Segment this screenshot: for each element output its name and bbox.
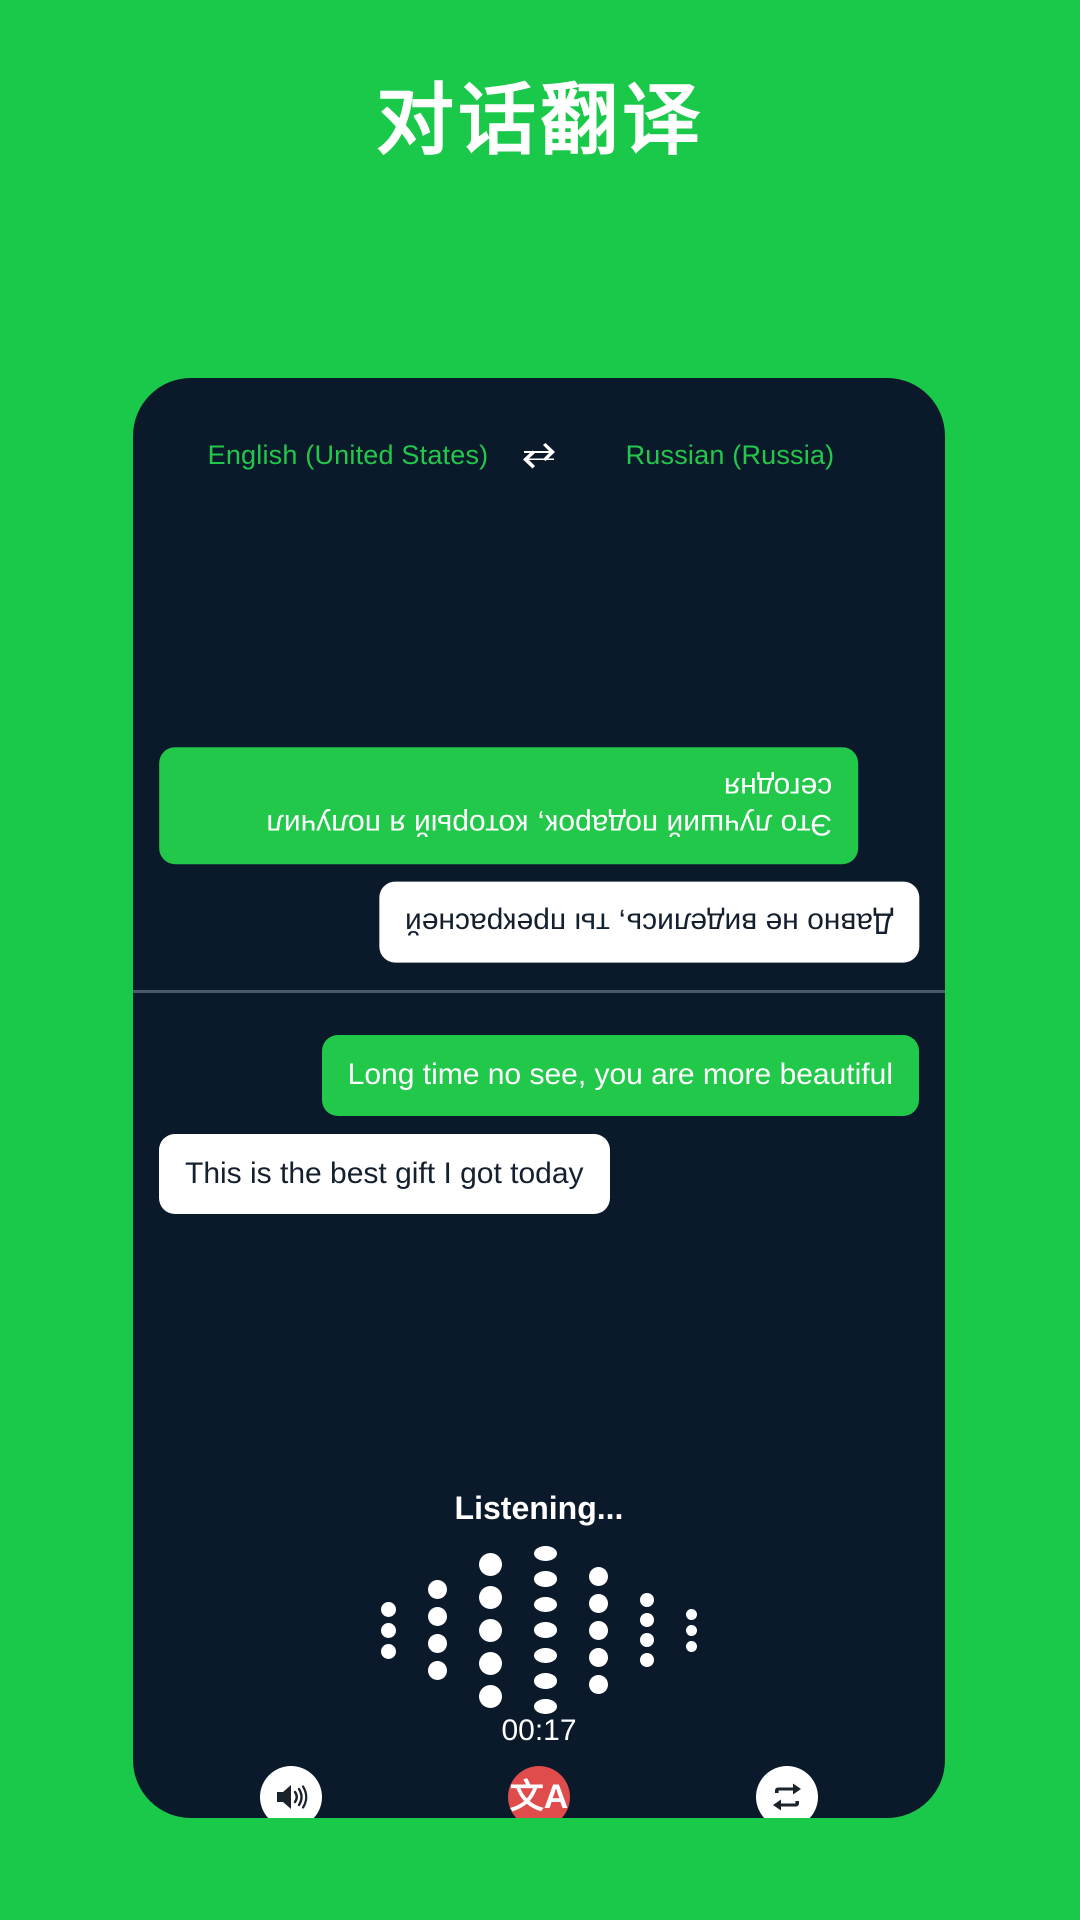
waveform-dot [534, 1698, 557, 1714]
message-row: Это лучший подарок, который я получил се… [159, 747, 919, 865]
chat-bubble-translated-1[interactable]: Это лучший подарок, который я получил се… [159, 747, 859, 865]
source-conversation-panel: Long time no see, you are more beautiful… [133, 994, 945, 1454]
phone-panel: English (United States) Russian (Russia)… [133, 378, 945, 1818]
waveform-dot [534, 1571, 557, 1587]
target-language-selector[interactable]: Russian (Russia) [565, 440, 895, 471]
message-row: Давно не виделись, ты прекрасней [159, 882, 919, 963]
waveform-dot [381, 1622, 396, 1638]
waveform-dot [589, 1674, 608, 1694]
audio-waveform-visualizer [133, 1546, 945, 1714]
waveform-dot [686, 1640, 697, 1652]
page-title: 对话翻译 [375, 76, 704, 164]
waveform-column [381, 1546, 396, 1714]
waveform-dot [640, 1633, 654, 1647]
waveform-dot [479, 1585, 502, 1609]
waveform-dot [534, 1673, 557, 1689]
waveform-dot [479, 1618, 502, 1642]
waveform-dot [534, 1596, 557, 1613]
waveform-column [589, 1546, 608, 1714]
swap-horizontal-icon[interactable] [513, 442, 565, 469]
chat-bubble-source-1[interactable]: Long time no see, you are more beautiful [321, 1035, 919, 1116]
waveform-dot [534, 1622, 557, 1638]
waveform-dot [589, 1566, 608, 1586]
waveform-column [479, 1546, 502, 1714]
waveform-dot [479, 1552, 502, 1576]
recording-timer: 00:17 [501, 1714, 577, 1747]
waveform-dot [428, 1580, 447, 1599]
waveform-dot [589, 1620, 608, 1640]
waveform-dot [686, 1624, 697, 1636]
speaker-toggle-button[interactable]: Speaker is on [171, 1766, 411, 1818]
waveform-column [640, 1546, 654, 1714]
waveform-dot [640, 1653, 654, 1667]
waveform-dot [589, 1647, 608, 1667]
toggle-button[interactable]: Toggle [667, 1766, 907, 1818]
source-language-selector[interactable]: English (United States) [183, 440, 513, 471]
panel-divider [133, 990, 945, 993]
waveform-column [534, 1546, 557, 1714]
translate-glyph: 文A [509, 1778, 569, 1816]
listening-status-label: Listening... [454, 1490, 624, 1526]
waveform-dot [381, 1643, 396, 1659]
waveform-dot [640, 1613, 654, 1627]
waveform-dot [534, 1647, 557, 1664]
quit-button[interactable]: 文A Quit [419, 1766, 659, 1818]
waveform-dot [479, 1651, 502, 1675]
chat-bubble-translated-2[interactable]: Давно не виделись, ты прекрасней [378, 882, 919, 963]
translate-icon[interactable]: 文A [508, 1766, 570, 1818]
speaker-on-icon[interactable] [260, 1766, 322, 1818]
waveform-dot [479, 1684, 502, 1708]
waveform-dot [428, 1634, 447, 1653]
bottom-control-bar: Speaker is on 文A Quit Toggle [133, 1766, 945, 1818]
waveform-dot [640, 1593, 654, 1607]
waveform-dot [686, 1608, 697, 1620]
repeat-swap-icon[interactable] [756, 1766, 818, 1818]
waveform-dot [534, 1546, 557, 1562]
language-bar: English (United States) Russian (Russia) [133, 440, 945, 471]
waveform-dot [428, 1661, 447, 1680]
message-row: Long time no see, you are more beautiful [159, 1035, 919, 1116]
waveform-dot [381, 1601, 396, 1617]
waveform-dot [428, 1607, 447, 1626]
waveform-column [686, 1546, 697, 1714]
chat-bubble-source-2[interactable]: This is the best gift I got today [159, 1133, 610, 1215]
translated-conversation-panel: Это лучший подарок, который я получил се… [133, 498, 945, 990]
waveform-column [428, 1546, 447, 1714]
message-row: This is the best gift I got today [159, 1133, 919, 1215]
waveform-dot [589, 1593, 608, 1613]
